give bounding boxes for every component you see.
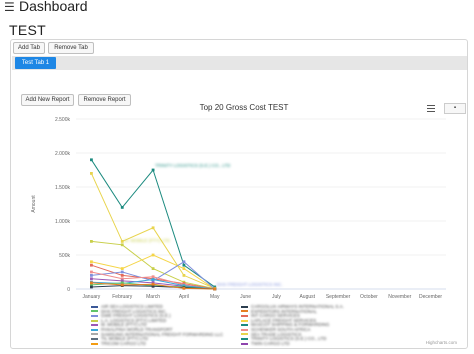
data-point	[90, 281, 93, 285]
line-chart: 0 500k 1.000k 1.500k 2.000k 2.500k Amount Janua…	[31, 117, 446, 300]
data-point	[120, 206, 124, 209]
x-tick-label: November	[388, 294, 411, 300]
x-tick-label: January	[83, 294, 101, 300]
data-point	[182, 286, 186, 290]
data-point	[182, 267, 186, 270]
data-point	[182, 263, 186, 267]
add-tab-button[interactable]: Add Tab	[13, 42, 45, 54]
data-point	[90, 277, 93, 281]
data-point	[182, 274, 186, 277]
legend-swatch	[241, 324, 248, 327]
y-tick-label: 1.000k	[55, 219, 71, 225]
data-point	[120, 270, 124, 274]
chart-credits: Highcharts.com	[425, 340, 457, 345]
data-point	[151, 275, 155, 279]
data-point	[120, 283, 124, 287]
data-point	[90, 172, 93, 175]
y-tick-label: 500k	[59, 253, 70, 259]
data-point	[90, 158, 93, 162]
x-tick-label: June	[240, 294, 251, 300]
data-point	[151, 282, 155, 286]
data-point	[120, 274, 124, 277]
remove-tab-button[interactable]: Remove Tab	[48, 42, 94, 54]
data-point	[151, 168, 155, 172]
legend-swatch	[241, 305, 248, 308]
legend-swatch	[91, 338, 98, 340]
data-point	[182, 260, 186, 264]
legend-swatch	[91, 319, 98, 322]
legend-swatch	[241, 328, 248, 331]
data-label: DHX FREIGHT LOGISTICS INC.	[217, 282, 283, 287]
y-tick-label: 2.500k	[55, 117, 71, 123]
data-point	[90, 285, 93, 289]
data-point	[90, 274, 93, 277]
legend-swatch	[241, 338, 248, 340]
x-tick-label: December	[419, 294, 442, 300]
legend-swatch	[91, 315, 98, 317]
data-label: TRINITY LOGISTICS (S.E.) CO., LTD	[155, 163, 231, 168]
legend-swatch	[91, 328, 98, 331]
legend-swatch	[91, 305, 98, 308]
app-title: Dashboard	[19, 0, 88, 14]
data-point	[120, 267, 124, 270]
data-point	[151, 226, 155, 230]
y-tick-label: 1.500k	[55, 185, 71, 191]
legend-swatch	[91, 310, 98, 313]
legend-item[interactable]: TWIN CARGO LTD	[241, 341, 290, 346]
y-tick-label: 0	[67, 287, 70, 293]
legend-item[interactable]: TRICOM CARGO LTD	[91, 341, 146, 346]
chart-container: Top 20 Gross Cost TEST ▪ 0 500k 1.000k 1.50…	[21, 101, 467, 348]
x-tick-label: August	[299, 294, 315, 300]
data-point	[90, 240, 93, 243]
legend-label: TWIN CARGO LTD	[251, 340, 290, 346]
legend-swatch	[91, 342, 98, 345]
data-point	[151, 253, 155, 257]
chart-legend: AIR SEA LOGISTICS LIMITED CARGOLUX AIRWAY…	[91, 304, 391, 346]
x-tick-label: February	[112, 294, 133, 300]
legend-swatch	[241, 315, 248, 317]
data-point	[151, 278, 155, 281]
x-tick-label: October	[360, 294, 378, 300]
data-label: M. MOBILE (PTY) LTD	[124, 238, 170, 243]
top-bar: ☰ Dashboard	[0, 0, 474, 14]
page-title: TEST	[9, 22, 46, 38]
x-tick-label: May	[210, 294, 220, 300]
data-point	[120, 240, 124, 243]
tab-strip: Test Tab 1	[12, 56, 467, 70]
legend-swatch	[91, 333, 98, 336]
legend-swatch	[241, 333, 248, 336]
x-tick-label: March	[146, 294, 160, 300]
data-point	[151, 267, 155, 270]
hamburger-icon[interactable]: ☰	[4, 1, 15, 13]
x-tick-label: April	[179, 294, 189, 300]
data-point	[120, 243, 124, 247]
data-point	[90, 260, 93, 264]
legend-swatch	[241, 342, 248, 345]
legend-swatch	[241, 319, 248, 322]
data-point	[90, 270, 93, 274]
legend-swatch	[91, 324, 98, 327]
tab-test-tab-1[interactable]: Test Tab 1	[15, 57, 56, 69]
y-axis-title: Amount	[31, 195, 37, 213]
x-tick-label: September	[326, 294, 351, 300]
x-tick-label: July	[272, 294, 281, 300]
tabs-panel: Add Tab Remove Tab Test Tab 1 Add New Re…	[10, 39, 468, 349]
legend-label: TRICOM CARGO LTD	[101, 340, 146, 346]
data-point	[213, 287, 217, 291]
legend-swatch	[241, 310, 248, 313]
data-point	[90, 263, 93, 267]
y-tick-label: 2.000k	[55, 151, 71, 157]
